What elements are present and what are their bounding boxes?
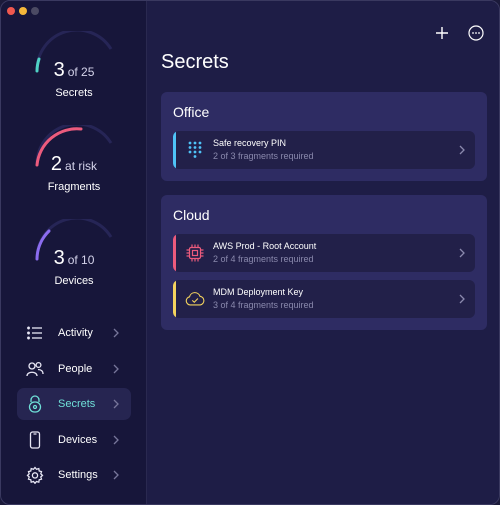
item-name: Safe recovery PIN bbox=[213, 138, 287, 148]
sidebar-item-devices[interactable]: Devices bbox=[17, 424, 131, 456]
people-icon bbox=[25, 359, 45, 379]
group-cloud: Cloud AWS Prod - Root Account 2 of 4 fra… bbox=[161, 195, 487, 330]
sidebar-item-label: Devices bbox=[58, 434, 98, 446]
stat-value: 3 bbox=[53, 247, 65, 269]
sidebar-item-settings[interactable]: Settings bbox=[17, 459, 131, 491]
plus-icon bbox=[436, 27, 448, 39]
sidebar-item-label: Settings bbox=[58, 469, 98, 481]
group-title: Office bbox=[173, 104, 210, 120]
item-subtitle: 3 of 4 fragments required bbox=[213, 300, 314, 310]
stat-label: Secrets bbox=[55, 87, 93, 99]
stat-suffix: of 25 bbox=[67, 65, 95, 79]
add-secret-button[interactable] bbox=[432, 23, 452, 43]
stat-suffix: of 10 bbox=[67, 253, 95, 267]
zoom-window-button[interactable] bbox=[31, 7, 39, 15]
sidebar: 3 of 25 Secrets 2 at risk Fragments 3 of 10 bbox=[1, 1, 147, 504]
item-name: AWS Prod - Root Account bbox=[213, 241, 317, 251]
sidebar-item-secrets[interactable]: Secrets bbox=[17, 388, 131, 420]
sidebar-item-label: People bbox=[58, 363, 93, 375]
minimize-window-button[interactable] bbox=[19, 7, 27, 15]
window-controls bbox=[7, 7, 39, 15]
chevron-right-icon bbox=[459, 294, 465, 304]
ellipsis-circle-icon bbox=[468, 25, 484, 41]
item-subtitle: 2 of 4 fragments required bbox=[213, 254, 314, 264]
stat-secrets: 3 of 25 Secrets bbox=[23, 31, 125, 111]
secret-item-aws-prod-root-account[interactable]: AWS Prod - Root Account 2 of 4 fragments… bbox=[173, 234, 475, 272]
chevron-right-icon bbox=[459, 145, 465, 155]
chevron-right-icon bbox=[113, 435, 119, 445]
phone-icon bbox=[25, 430, 45, 450]
chip-icon bbox=[185, 243, 205, 263]
group-title: Cloud bbox=[173, 207, 210, 223]
stat-value: 3 bbox=[53, 59, 65, 81]
stat-suffix: at risk bbox=[65, 159, 98, 173]
item-accent-bar bbox=[173, 280, 176, 318]
sidebar-item-label: Secrets bbox=[58, 398, 96, 410]
stat-devices: 3 of 10 Devices bbox=[23, 219, 125, 299]
lock-icon bbox=[25, 394, 45, 414]
main-content: Secrets Office Safe recovery PIN 2 of 3 … bbox=[148, 1, 499, 504]
chevron-right-icon bbox=[113, 328, 119, 338]
more-options-button[interactable] bbox=[466, 23, 486, 43]
chevron-right-icon bbox=[113, 470, 119, 480]
keypad-icon bbox=[185, 140, 205, 160]
gear-icon bbox=[25, 465, 45, 485]
sidebar-item-label: Activity bbox=[58, 327, 93, 339]
chevron-right-icon bbox=[113, 364, 119, 374]
group-office: Office Safe recovery PIN 2 of 3 fragment… bbox=[161, 92, 487, 181]
app-window: 3 of 25 Secrets 2 at risk Fragments 3 of 10 bbox=[0, 0, 500, 505]
close-window-button[interactable] bbox=[7, 7, 15, 15]
item-subtitle: 2 of 3 fragments required bbox=[213, 151, 314, 161]
stat-label: Devices bbox=[54, 275, 94, 287]
sidebar-item-people[interactable]: People bbox=[17, 353, 131, 385]
secret-item-mdm-deployment-key[interactable]: MDM Deployment Key 3 of 4 fragments requ… bbox=[173, 280, 475, 318]
list-icon bbox=[25, 323, 45, 343]
secret-item-safe-recovery-pin[interactable]: Safe recovery PIN 2 of 3 fragments requi… bbox=[173, 131, 475, 169]
sidebar-item-activity[interactable]: Activity bbox=[17, 317, 131, 349]
cloud-check-icon bbox=[185, 289, 205, 309]
item-accent-bar bbox=[173, 234, 176, 272]
item-accent-bar bbox=[173, 131, 176, 169]
stat-value: 2 bbox=[50, 153, 63, 175]
chevron-right-icon bbox=[113, 399, 119, 409]
stat-label: Fragments bbox=[47, 181, 101, 193]
item-name: MDM Deployment Key bbox=[213, 287, 304, 297]
stat-fragments: 2 at risk Fragments bbox=[23, 125, 125, 205]
chevron-right-icon bbox=[459, 248, 465, 258]
page-title: Secrets bbox=[161, 51, 229, 73]
